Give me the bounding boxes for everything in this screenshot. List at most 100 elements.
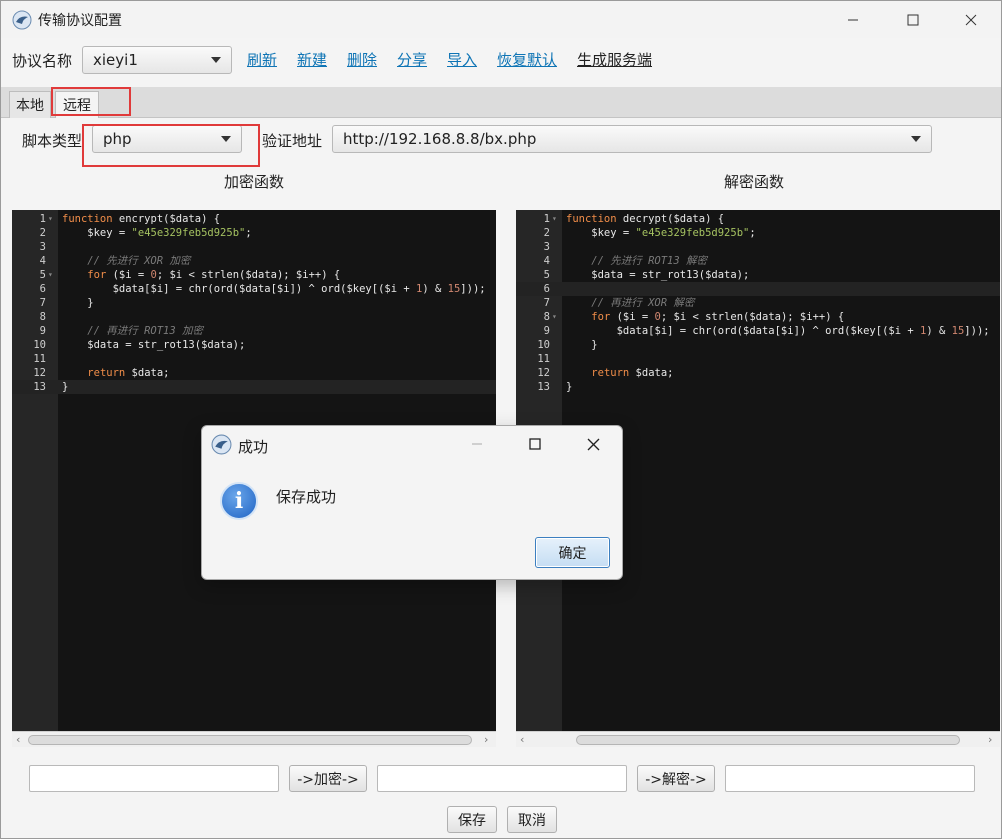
import-link[interactable]: 导入 xyxy=(447,49,477,70)
chevron-down-icon xyxy=(911,136,921,142)
code-line[interactable]: 3 xyxy=(12,240,496,254)
line-number: 2 xyxy=(543,227,550,239)
code-line[interactable]: 9 $data[$i] = chr(ord($data[$i]) ^ ord($… xyxy=(516,324,1000,338)
refresh-link[interactable]: 刷新 xyxy=(247,49,277,70)
code-text: $data[$i] = chr(ord($data[$i]) ^ ord($ke… xyxy=(62,283,486,295)
code-line[interactable]: 2 $key = "e45e329feb5d925b"; xyxy=(12,226,496,240)
code-line[interactable]: 10 $data = str_rot13($data); xyxy=(12,338,496,352)
code-line[interactable]: 11 xyxy=(516,352,1000,366)
code-text: } xyxy=(566,381,573,393)
code-line[interactable]: 3 xyxy=(516,240,1000,254)
decrypt-button[interactable]: ->解密-> xyxy=(637,765,715,792)
restore-default-link[interactable]: 恢复默认 xyxy=(497,49,557,70)
script-type-value: php xyxy=(103,130,132,148)
code-line[interactable]: 7 // 再进行 XOR 解密 xyxy=(516,296,1000,310)
code-text: // 再进行 XOR 解密 xyxy=(566,297,695,309)
verify-url-select[interactable]: http://192.168.8.8/bx.php xyxy=(332,125,932,153)
scroll-right-icon[interactable]: › xyxy=(988,733,992,746)
code-line[interactable]: 8 xyxy=(12,310,496,324)
code-line[interactable]: 5 $data = str_rot13($data); xyxy=(516,268,1000,282)
line-number: 9 xyxy=(543,325,550,337)
horizontal-scrollbar[interactable]: ‹ › xyxy=(516,731,1000,747)
encrypt-button[interactable]: ->加密-> xyxy=(289,765,367,792)
script-type-select[interactable]: php xyxy=(92,125,242,153)
code-line[interactable]: 6 $data[$i] = chr(ord($data[$i]) ^ ord($… xyxy=(12,282,496,296)
window-title: 传输协议配置 xyxy=(38,13,122,29)
code-line[interactable]: 12 return $data; xyxy=(12,366,496,380)
maximize-button[interactable] xyxy=(883,1,943,38)
code-line[interactable]: 4 // 先进行 XOR 加密 xyxy=(12,254,496,268)
code-text: // 再进行 ROT13 加密 xyxy=(62,325,204,337)
protocol-config-window: 传输协议配置 协议名称 xieyi1 刷新 新建 删除 分享 导入 恢复默认 生… xyxy=(0,0,1002,839)
line-number: 3 xyxy=(39,241,46,253)
tab-remote-label: 远程 xyxy=(63,98,91,114)
code-line[interactable]: 1 ▾ function decrypt($data) { xyxy=(516,212,1000,226)
delete-link[interactable]: 删除 xyxy=(347,49,377,70)
generate-server-link[interactable]: 生成服务端 xyxy=(577,49,652,70)
code-text: $data = str_rot13($data); xyxy=(62,339,246,351)
close-button[interactable] xyxy=(941,1,1001,38)
horizontal-scrollbar[interactable]: ‹ › xyxy=(12,731,496,747)
code-line[interactable]: 7 } xyxy=(12,296,496,310)
code-text: // 先进行 ROT13 解密 xyxy=(566,255,708,267)
code-line[interactable]: 11 xyxy=(12,352,496,366)
code-line[interactable]: 13} xyxy=(12,380,496,394)
maximize-icon xyxy=(907,14,919,25)
tab-local[interactable]: 本地 xyxy=(9,91,51,118)
code-text: function decrypt($data) { xyxy=(566,213,725,225)
tab-remote[interactable]: 远程 xyxy=(55,91,99,118)
protocol-select[interactable]: xieyi1 xyxy=(82,46,232,74)
line-number: 7 xyxy=(39,297,46,309)
scroll-right-icon[interactable]: › xyxy=(484,733,488,746)
code-text: } xyxy=(62,381,69,393)
code-line[interactable]: 13} xyxy=(516,380,1000,394)
cancel-button[interactable]: 取消 xyxy=(507,806,557,833)
fold-icon[interactable]: ▾ xyxy=(48,212,53,226)
share-link[interactable]: 分享 xyxy=(397,49,427,70)
fold-icon[interactable]: ▾ xyxy=(552,212,557,226)
success-dialog: 成功 i 保存成功 确定 xyxy=(201,425,623,580)
close-icon xyxy=(965,14,977,25)
scroll-left-icon[interactable]: ‹ xyxy=(16,733,20,746)
code-text: } xyxy=(566,339,598,351)
ok-button[interactable]: 确定 xyxy=(535,537,610,568)
line-number: 10 xyxy=(537,339,550,351)
code-line[interactable]: 6 xyxy=(516,282,1000,296)
save-button[interactable]: 保存 xyxy=(447,806,497,833)
ciphertext-input[interactable] xyxy=(377,765,627,792)
code-line[interactable]: 10 } xyxy=(516,338,1000,352)
dialog-minimize-button[interactable] xyxy=(448,427,506,461)
scroll-left-icon[interactable]: ‹ xyxy=(520,733,524,746)
line-number: 6 xyxy=(543,283,550,295)
decrypted-output-input[interactable] xyxy=(725,765,975,792)
info-icon: i xyxy=(220,482,258,520)
code-line[interactable]: 4 // 先进行 ROT13 解密 xyxy=(516,254,1000,268)
code-line[interactable]: 2 $key = "e45e329feb5d925b"; xyxy=(516,226,1000,240)
line-number: 13 xyxy=(33,381,46,393)
maximize-icon xyxy=(529,438,541,450)
protocol-select-value: xieyi1 xyxy=(93,51,138,69)
minimize-icon xyxy=(472,443,482,445)
scrollbar-thumb[interactable] xyxy=(28,735,472,745)
plaintext-input[interactable] xyxy=(29,765,279,792)
fold-icon[interactable]: ▾ xyxy=(48,268,53,282)
code-text: $key = "e45e329feb5d925b"; xyxy=(566,227,756,239)
code-line[interactable]: 12 return $data; xyxy=(516,366,1000,380)
new-link[interactable]: 新建 xyxy=(297,49,327,70)
fold-icon[interactable]: ▾ xyxy=(552,310,557,324)
minimize-button[interactable] xyxy=(823,1,883,38)
code-line[interactable]: 9 // 再进行 ROT13 加密 xyxy=(12,324,496,338)
dialog-close-button[interactable] xyxy=(564,427,622,461)
scrollbar-thumb[interactable] xyxy=(576,735,960,745)
line-number: 6 xyxy=(39,283,46,295)
code-text: $data[$i] = chr(ord($data[$i]) ^ ord($ke… xyxy=(566,325,990,337)
code-line[interactable]: 5 ▾ for ($i = 0; $i < strlen($data); $i++… xyxy=(12,268,496,282)
code-line[interactable]: 1 ▾ function encrypt($data) { xyxy=(12,212,496,226)
code-text: $key = "e45e329feb5d925b"; xyxy=(62,227,252,239)
code-text: return $data; xyxy=(591,367,674,379)
line-number: 4 xyxy=(543,255,550,267)
code-line[interactable]: 8 ▾ for ($i = 0; $i < strlen($data); $i++… xyxy=(516,310,1000,324)
dialog-maximize-button[interactable] xyxy=(506,427,564,461)
line-number: 1 xyxy=(39,213,46,225)
code-text: // 先进行 XOR 加密 xyxy=(62,255,191,267)
